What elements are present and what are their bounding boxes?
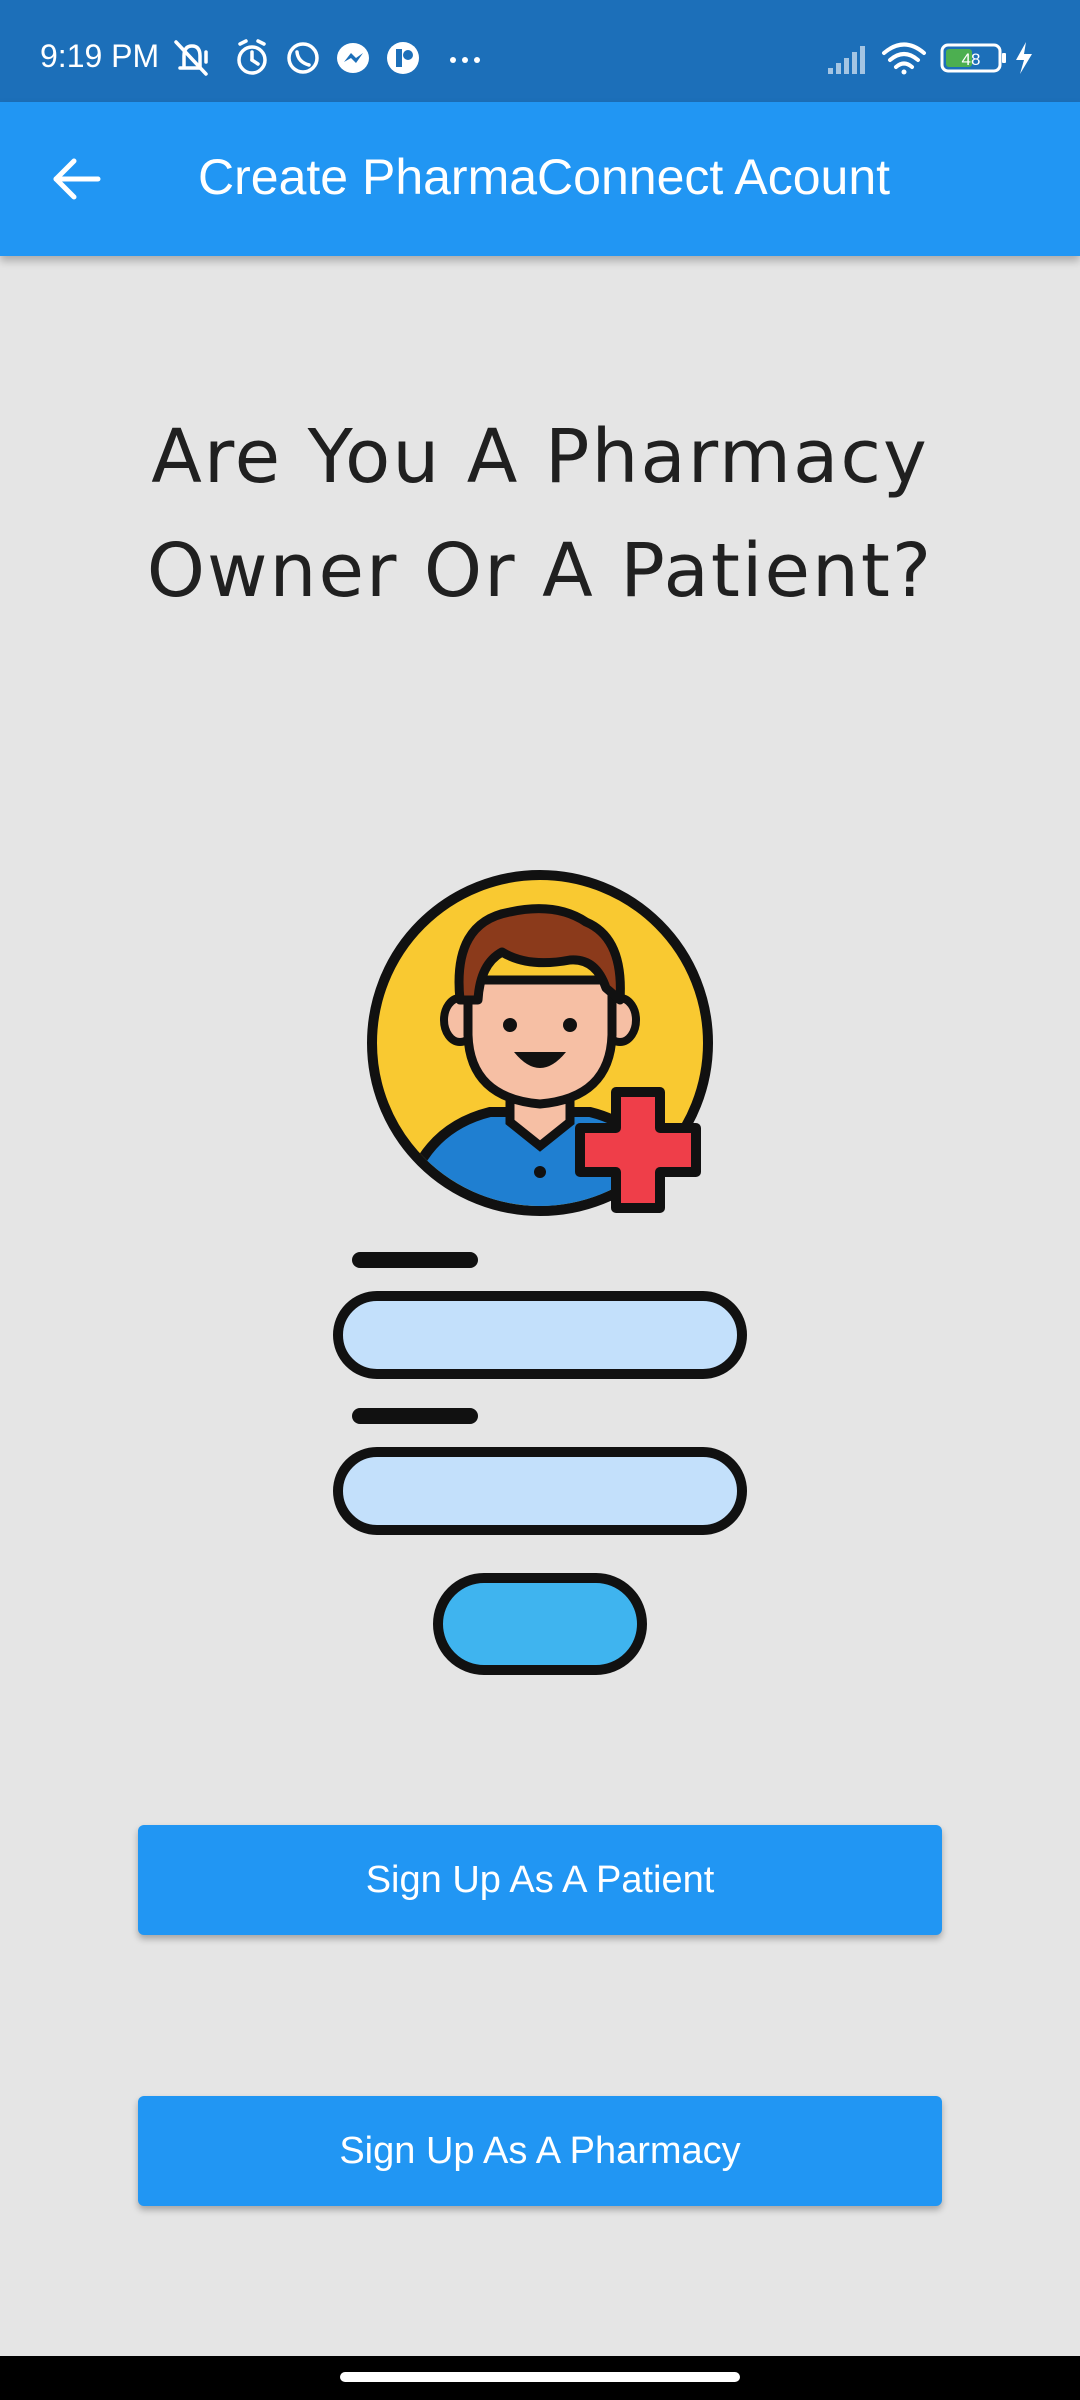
app-icon <box>387 42 419 74</box>
status-time: 9:19 PM <box>40 38 160 74</box>
role-question: Are You A Pharmacy Owner Or A Patient? <box>146 414 934 614</box>
app-bar: Create PharmaConnect Acount <box>0 102 1080 256</box>
sign-up-patient-button[interactable]: Sign Up As A Patient <box>138 1825 942 1935</box>
more-dots-icon <box>450 57 480 63</box>
arrow-left-icon <box>53 158 101 200</box>
alarm-icon <box>237 39 267 75</box>
battery-icon: 48 <box>940 43 1006 73</box>
status-icons-left <box>174 39 480 76</box>
home-indicator[interactable] <box>340 2372 740 2382</box>
form-illustration <box>333 1252 747 1675</box>
charging-icon <box>1016 42 1032 74</box>
navigation-bar <box>0 2356 1080 2400</box>
status-icons-right: 48 <box>828 42 1032 75</box>
sign-up-pharmacy-button[interactable]: Sign Up As A Pharmacy <box>138 2096 942 2206</box>
page-title: Create PharmaConnect Acount <box>198 149 891 205</box>
messenger-icon <box>337 43 369 73</box>
mute-icon <box>174 40 208 76</box>
patient-registration-illustration <box>333 870 747 1675</box>
status-bar: 9:19 PM 48 <box>0 0 1080 102</box>
signal-icon <box>828 46 865 74</box>
whatsapp-icon <box>287 42 319 74</box>
back-button[interactable] <box>40 142 114 216</box>
battery-level: 48 <box>962 50 981 69</box>
wifi-icon <box>882 42 926 75</box>
